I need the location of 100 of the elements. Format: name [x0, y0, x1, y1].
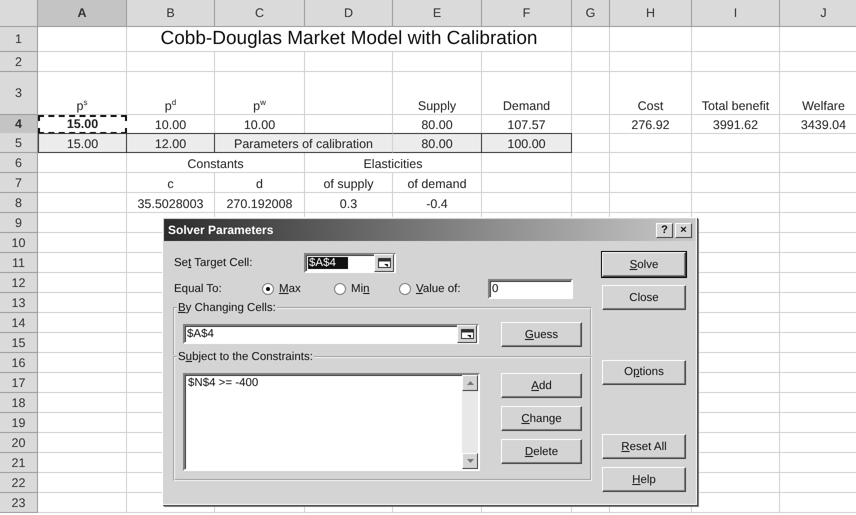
row-header[interactable]: 4 [0, 115, 38, 134]
collapse-button[interactable] [374, 254, 394, 272]
row-header[interactable]: 20 [0, 433, 38, 453]
row-header[interactable]: 5 [0, 133, 38, 153]
group-label: By Changing Cells: [177, 302, 277, 314]
field-label: Set Target Cell: [174, 257, 254, 269]
empty-cell [572, 153, 610, 173]
row-header[interactable]: 3 [0, 72, 38, 115]
row-header[interactable]: 12 [0, 273, 38, 293]
column-header[interactable]: I [692, 0, 780, 27]
help-button[interactable]: ? [656, 222, 673, 238]
column-header[interactable]: C [215, 0, 305, 27]
table-cell: Demand [482, 72, 572, 115]
down-arrow-icon [466, 459, 474, 463]
column-header[interactable]: H [610, 0, 692, 27]
column-header[interactable]: G [572, 0, 610, 27]
up-arrow-icon [466, 381, 474, 385]
row-header[interactable]: 9 [0, 213, 38, 233]
row-header[interactable]: 8 [0, 193, 38, 213]
radio-label[interactable]: Min [351, 283, 370, 295]
table-cell: 3439.04 [780, 115, 856, 134]
sheet-title: Cobb-Douglas Market Model with Calibration [127, 27, 572, 52]
table-cell: 100.00 [482, 133, 572, 153]
row-header[interactable]: 19 [0, 413, 38, 433]
column-header[interactable]: B [127, 0, 215, 27]
table-cell: -0.4 [393, 193, 482, 213]
row-header[interactable]: 7 [0, 173, 38, 193]
collapse-button[interactable] [457, 325, 477, 343]
constraint-button[interactable]: Delete [501, 439, 582, 464]
row-header[interactable]: 21 [0, 453, 38, 473]
radio-button[interactable] [262, 283, 274, 295]
dialog-button[interactable]: Close [602, 285, 686, 310]
changing-cells-field[interactable]: $A$4 [183, 324, 479, 344]
table-cell: 35.5028003 [127, 193, 215, 213]
value-field[interactable]: 0 [488, 279, 573, 299]
target-cell-field[interactable]: $A$4 [304, 253, 396, 273]
row-header[interactable]: 16 [0, 353, 38, 373]
guess-button[interactable]: Guess [501, 322, 582, 347]
empty-cell [572, 52, 610, 72]
row-header[interactable]: 13 [0, 293, 38, 313]
row-header[interactable]: 17 [0, 373, 38, 393]
table-cell: Welfare [780, 72, 856, 115]
table-cell: Supply [393, 72, 482, 115]
row-header[interactable]: 11 [0, 253, 38, 273]
table-cell: 80.00 [393, 133, 482, 153]
row-header[interactable]: 10 [0, 233, 38, 253]
row-header[interactable]: 14 [0, 313, 38, 333]
table-cell: Elasticities [305, 153, 482, 173]
table-cell: Parameters of calibration [215, 133, 393, 153]
dialog-button[interactable]: Options [602, 360, 686, 384]
table-cell: Cost [610, 72, 692, 115]
scroll-down-button[interactable] [462, 453, 478, 469]
column-header[interactable]: J [780, 0, 856, 27]
row-header[interactable]: 2 [0, 52, 38, 72]
group-label: Subject to the Constraints: [177, 351, 314, 363]
table-cell: d [215, 173, 305, 193]
close-button[interactable]: × [675, 222, 692, 238]
empty-cell [572, 115, 610, 134]
table-cell: 276.92 [610, 115, 692, 134]
table-cell: of supply [305, 173, 393, 193]
dialog-title: Solver Parameters [168, 223, 274, 237]
column-header[interactable]: D [305, 0, 393, 27]
table-cell: 15.00 [38, 133, 127, 153]
constraints-list[interactable]: $N$4 >= -400 [183, 373, 480, 471]
dialog-button[interactable]: Help [602, 467, 686, 492]
field-label: Equal To: [174, 283, 223, 295]
table-cell: 12.00 [127, 133, 215, 153]
column-header[interactable]: F [482, 0, 572, 27]
constraint-button[interactable]: Change [501, 406, 582, 431]
empty-cell [572, 193, 610, 213]
row-header[interactable]: 15 [0, 333, 38, 353]
row-header[interactable]: 6 [0, 153, 38, 173]
constraint-button[interactable]: Add [501, 373, 582, 398]
dialog-button[interactable]: Solve [602, 252, 686, 277]
empty-cell [572, 173, 610, 193]
table-cell: p$^{d}$ [127, 72, 215, 115]
column-header[interactable]: A [38, 0, 127, 27]
table-cell: Total benefit [692, 72, 780, 115]
row-header[interactable]: 22 [0, 473, 38, 493]
radio-label[interactable]: Max [279, 283, 301, 295]
row-header[interactable]: 18 [0, 393, 38, 413]
radio-button[interactable] [399, 283, 411, 295]
table-cell: 0.3 [305, 193, 393, 213]
table-cell: of demand [393, 173, 482, 193]
table-cell: Constants [127, 153, 305, 173]
table-cell: 270.192008 [215, 193, 305, 213]
table-cell: c [127, 173, 215, 193]
table-cell: p$^{w}$ [215, 72, 305, 115]
table-cell: 3991.62 [692, 115, 780, 134]
column-header[interactable]: E [393, 0, 482, 27]
row-header[interactable]: 1 [0, 27, 38, 52]
scroll-up-button[interactable] [462, 375, 478, 391]
dialog-button[interactable]: Reset All [602, 434, 686, 459]
scrollbar[interactable] [462, 375, 478, 469]
constraint-item[interactable]: $N$4 >= -400 [188, 377, 459, 389]
row-header[interactable]: 23 [0, 493, 38, 513]
empty-cell [572, 27, 610, 52]
table-cell: p$^{s}$ [38, 72, 127, 115]
radio-label[interactable]: Value of: [416, 283, 461, 295]
radio-button[interactable] [334, 283, 346, 295]
